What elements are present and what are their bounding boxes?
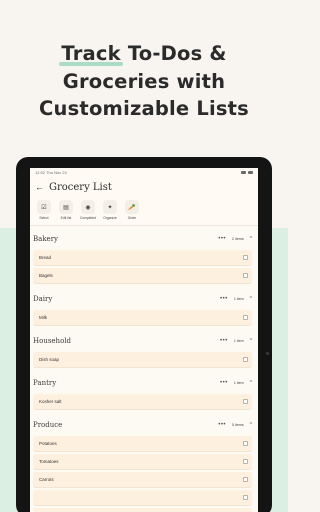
headline-line-2: Groceries with bbox=[62, 69, 226, 93]
section-header[interactable]: Bakery ••• 2 items ^ bbox=[30, 230, 258, 248]
section-produce: Produce ••• 5 items ^ Potatoes Tomatoes Carrot… bbox=[30, 412, 258, 512]
section-dairy: Dairy ••• 1 item ^ Milk bbox=[30, 286, 258, 326]
more-options-icon[interactable]: ••• bbox=[218, 422, 226, 428]
list-item[interactable]: Kosher salt bbox=[33, 394, 252, 410]
wifi-icon bbox=[241, 170, 246, 174]
tablet-frame: 12:52 Thu Nov 23 ← Grocery List ☑ Select ▤… bbox=[16, 157, 272, 512]
toolbar-edit-list-button[interactable]: ▤ Edit list bbox=[55, 200, 77, 220]
toolbar-label: Completed bbox=[80, 216, 96, 220]
list-item[interactable]: Bread bbox=[33, 250, 252, 266]
app-bar: ← Grocery List bbox=[30, 176, 258, 198]
item-checkbox[interactable] bbox=[243, 441, 248, 446]
carrot-icon: 🥕 bbox=[125, 200, 139, 214]
chevron-up-icon[interactable]: ^ bbox=[250, 422, 252, 428]
section-header[interactable]: Dairy ••• 1 item ^ bbox=[30, 290, 258, 308]
item-count: 5 items bbox=[232, 423, 244, 427]
item-checkbox[interactable] bbox=[243, 315, 248, 320]
chevron-up-icon[interactable]: ^ bbox=[250, 338, 252, 344]
list-title: Grocery List bbox=[49, 181, 112, 193]
item-checkbox[interactable] bbox=[243, 399, 248, 404]
item-count: 1 item bbox=[233, 339, 244, 343]
item-checkbox[interactable] bbox=[243, 477, 248, 482]
item-checkbox[interactable] bbox=[243, 357, 248, 362]
status-time: 12:52 bbox=[35, 169, 46, 175]
item-label: Potatoes bbox=[39, 441, 57, 446]
more-options-icon[interactable]: ••• bbox=[220, 380, 228, 386]
section-header[interactable]: Produce ••• 5 items ^ bbox=[30, 416, 258, 434]
toolbar-order-button[interactable]: 🥕 Order bbox=[121, 200, 143, 220]
headline: Track To-Dos & Groceries with Customizab… bbox=[0, 40, 288, 123]
headline-line-1: Track To-Dos & bbox=[0, 40, 288, 68]
battery-icon bbox=[248, 170, 253, 174]
headline-highlight: Track bbox=[59, 40, 124, 68]
list-item[interactable]: Bagels bbox=[33, 268, 252, 284]
item-label: Milk bbox=[39, 315, 47, 320]
headline-line-1-rest: To-Dos & bbox=[120, 42, 227, 65]
chevron-up-icon[interactable]: ^ bbox=[250, 380, 252, 386]
section-name: Bakery bbox=[33, 235, 59, 243]
section-name: Pantry bbox=[33, 379, 57, 387]
toolbar-label: Organize bbox=[103, 216, 117, 220]
arrow-left-icon[interactable]: ← bbox=[35, 182, 44, 192]
item-checkbox[interactable] bbox=[243, 459, 248, 464]
more-options-icon[interactable]: ••• bbox=[218, 236, 226, 242]
item-label: Carrots bbox=[39, 477, 54, 482]
status-time-date: 12:52 Thu Nov 23 bbox=[35, 170, 67, 175]
toolbar-label: Edit list bbox=[60, 216, 72, 220]
status-bar: 12:52 Thu Nov 23 bbox=[30, 168, 258, 176]
toolbar-organize-button[interactable]: ✦ Organize bbox=[99, 200, 121, 220]
status-icons bbox=[241, 170, 253, 174]
item-label: Bread bbox=[39, 255, 52, 260]
chevron-up-icon[interactable]: ^ bbox=[250, 296, 252, 302]
list-item[interactable]: Potatoes bbox=[33, 436, 252, 452]
checkbox-icon: ☑ bbox=[37, 200, 51, 214]
action-toolbar: ☑ Select ▤ Edit list ◉ Completed ✦ Organize 🥕 Ord… bbox=[30, 198, 258, 226]
sparkle-icon: ✦ bbox=[103, 200, 117, 214]
section-header[interactable]: Household ••• 1 item ^ bbox=[30, 332, 258, 350]
section-name: Produce bbox=[33, 421, 63, 429]
toolbar-label: Order bbox=[127, 216, 137, 220]
list-item[interactable] bbox=[33, 508, 252, 512]
section-name: Household bbox=[33, 337, 72, 345]
grocery-sections: Bakery ••• 2 items ^ Bread Bagels Dairy ••• 1 it… bbox=[30, 226, 258, 512]
toolbar-select-button[interactable]: ☑ Select bbox=[33, 200, 55, 220]
more-options-icon[interactable]: ••• bbox=[220, 296, 228, 302]
status-date: Thu Nov 23 bbox=[46, 169, 67, 175]
app-screen: 12:52 Thu Nov 23 ← Grocery List ☑ Select ▤… bbox=[30, 168, 258, 512]
item-checkbox[interactable] bbox=[243, 273, 248, 278]
item-label: Dish soap bbox=[39, 357, 60, 362]
toolbar-completed-button[interactable]: ◉ Completed bbox=[77, 200, 99, 220]
list-item[interactable]: Dish soap bbox=[33, 352, 252, 368]
section-household: Household ••• 1 item ^ Dish soap bbox=[30, 328, 258, 368]
list-item[interactable]: Tomatoes bbox=[33, 454, 252, 470]
item-count: 2 items bbox=[232, 237, 244, 241]
camera-dot bbox=[266, 352, 269, 355]
more-options-icon[interactable]: ••• bbox=[220, 338, 228, 344]
section-header[interactable]: Pantry ••• 1 item ^ bbox=[30, 374, 258, 392]
item-checkbox[interactable] bbox=[243, 255, 248, 260]
item-count: 1 item bbox=[233, 381, 244, 385]
section-pantry: Pantry ••• 1 item ^ Kosher salt bbox=[30, 370, 258, 410]
section-bakery: Bakery ••• 2 items ^ Bread Bagels bbox=[30, 226, 258, 284]
eye-icon: ◉ bbox=[81, 200, 95, 214]
section-name: Dairy bbox=[33, 295, 53, 303]
item-label: Tomatoes bbox=[39, 459, 59, 464]
list-item[interactable] bbox=[33, 490, 252, 506]
item-count: 1 item bbox=[233, 297, 244, 301]
list-item[interactable]: Milk bbox=[33, 310, 252, 326]
item-checkbox[interactable] bbox=[243, 495, 248, 500]
edit-list-icon: ▤ bbox=[59, 200, 73, 214]
toolbar-label: Select bbox=[39, 216, 49, 220]
item-label: Bagels bbox=[39, 273, 53, 278]
list-item[interactable]: Carrots bbox=[33, 472, 252, 488]
item-label: Kosher salt bbox=[39, 399, 62, 404]
headline-line-3: Customizable Lists bbox=[39, 97, 249, 120]
chevron-up-icon[interactable]: ^ bbox=[250, 236, 252, 242]
